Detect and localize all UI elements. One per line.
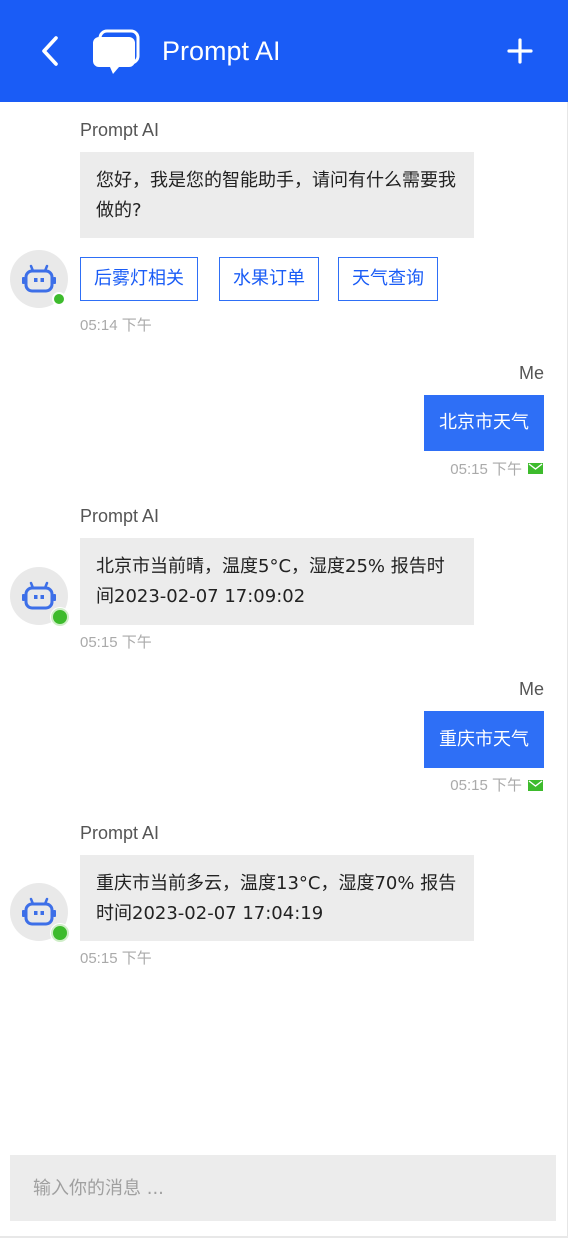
ai-avatar <box>10 250 68 308</box>
message-composer <box>10 1155 556 1221</box>
user-message-bubble: 北京市天气 <box>424 395 544 451</box>
mail-sent-icon <box>528 780 543 791</box>
online-status-dot <box>52 292 66 306</box>
ai-avatar <box>10 883 69 942</box>
page-title: Prompt AI <box>162 36 281 66</box>
message-timestamp: 05:15 下午 <box>80 950 152 967</box>
ai-message-bubble: 北京市当前晴，温度5°C，湿度25% 报告时间2023-02-07 17:09:… <box>80 538 474 625</box>
chevron-left-icon <box>42 36 58 66</box>
message-timestamp: 05:14 下午 <box>80 317 152 334</box>
new-chat-button[interactable] <box>505 36 535 66</box>
message-timestamp: 05:15 下午 <box>80 634 152 651</box>
ai-sender-name: Prompt AI <box>80 120 160 140</box>
ai-avatar <box>10 567 69 626</box>
user-sender-name: Me <box>518 679 544 699</box>
quick-reply-fruit-order[interactable]: 水果订单 <box>219 257 319 301</box>
message-timestamp: 05:15 下午 <box>450 777 522 794</box>
mail-sent-icon <box>528 463 543 474</box>
ai-sender-name: Prompt AI <box>80 506 160 526</box>
back-button[interactable] <box>36 33 66 69</box>
robot-icon <box>22 897 56 926</box>
online-status-dot <box>51 924 69 942</box>
quick-reply-weather[interactable]: 天气查询 <box>338 257 438 301</box>
message-input[interactable] <box>10 1155 556 1221</box>
user-sender-name: Me <box>518 363 544 383</box>
robot-icon <box>22 581 56 610</box>
ai-sender-name: Prompt AI <box>80 823 160 843</box>
online-status-dot <box>51 608 69 626</box>
ai-message-bubble: 重庆市当前多云，温度13°C，湿度70% 报告时间2023-02-07 17:0… <box>80 855 474 941</box>
ai-message-bubble: 您好，我是您的智能助手，请问有什么需要我做的? <box>80 152 474 238</box>
scrollbar-track <box>567 102 568 1238</box>
user-message-bubble: 重庆市天气 <box>424 711 544 768</box>
robot-icon <box>22 264 56 293</box>
plus-icon <box>507 38 533 64</box>
quick-reply-fog-light[interactable]: 后雾灯相关 <box>80 257 198 301</box>
chat-bubbles-icon <box>90 28 142 76</box>
app-header: Prompt AI <box>0 0 568 102</box>
message-timestamp: 05:15 下午 <box>450 461 522 478</box>
